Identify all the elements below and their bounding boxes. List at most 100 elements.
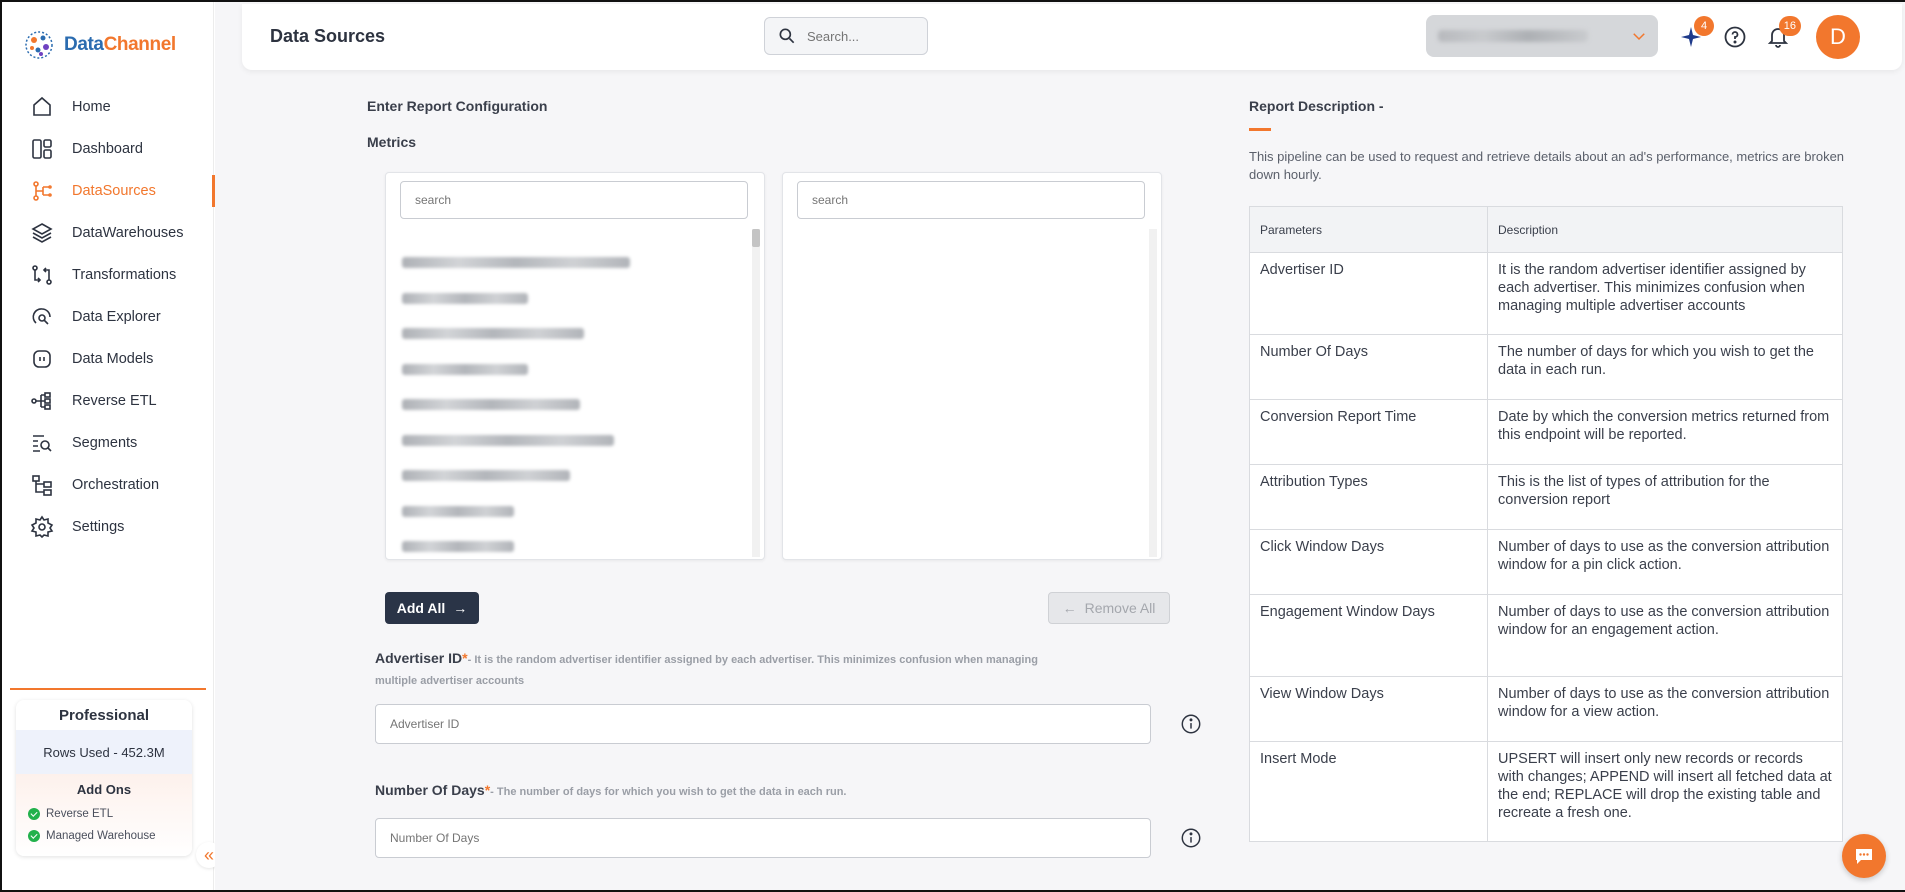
arrow-left-icon: ← [1062,600,1077,616]
sidebar-item-label: Data Explorer [72,309,161,325]
selected-metrics-panel [782,172,1162,560]
scrollbar[interactable] [752,229,760,557]
logo[interactable]: DataChannel [22,28,176,62]
transformations-icon [32,265,52,285]
list-item[interactable] [402,458,742,494]
column-header-parameters: Parameters [1249,206,1488,253]
sidebar-item-settings[interactable]: Settings [2,506,214,548]
advertiser-id-hint: - It is the random advertiser identifier… [375,654,1038,687]
info-icon[interactable] [1180,827,1202,849]
sidebar-item-datasources[interactable]: DataSources [2,170,215,212]
number-of-days-input[interactable] [390,831,1150,845]
param-name: View Window Days [1249,676,1488,742]
table-row: Engagement Window Days Number of days to… [1249,594,1843,677]
account-selector[interactable] [1426,15,1658,57]
selected-metrics-search[interactable] [797,181,1145,219]
available-metrics-search[interactable] [400,181,748,219]
sidebar-item-reverse-etl[interactable]: Reverse ETL [2,380,214,422]
param-name: Number Of Days [1249,334,1488,400]
data-models-icon [33,350,51,368]
list-item[interactable] [402,245,742,281]
list-item[interactable] [402,387,742,423]
param-name: Click Window Days [1249,529,1488,595]
title-underline [1249,128,1271,131]
plan-divider [10,688,206,690]
list-item[interactable] [402,352,742,388]
advertiser-id-field[interactable] [375,704,1151,744]
avatar[interactable]: D [1816,15,1860,59]
param-name: Insert Mode [1249,741,1488,842]
search-input[interactable] [807,28,907,44]
add-all-button[interactable]: Add All → [385,592,479,624]
param-description: Number of days to use as the conversion … [1487,676,1843,742]
available-metrics-list [402,245,742,559]
sidebar-item-transformations[interactable]: Transformations [2,254,214,296]
account-name-redacted [1438,30,1588,42]
sidebar-item-home[interactable]: Home [2,86,214,128]
sidebar-item-label: Segments [72,435,138,451]
chat-support-button[interactable] [1842,834,1886,878]
sidebar-item-orchestration[interactable]: Orchestration [2,464,214,506]
sidebar-item-datawarehouses[interactable]: DataWarehouses [2,212,214,254]
sidebar-item-label: Dashboard [72,141,143,157]
page-title: Data Sources [270,26,386,46]
number-of-days-field[interactable] [375,818,1151,858]
help-icon [1724,26,1746,48]
settings-icon [30,515,54,539]
help-button[interactable] [1722,24,1748,50]
section-title: Enter Report Configuration [367,98,548,114]
chat-bubble-icon [1856,849,1872,864]
list-item[interactable] [402,529,742,559]
info-icon[interactable] [1180,713,1202,735]
advertiser-id-input[interactable] [390,717,1150,731]
sidebar-item-data-models[interactable]: Data Models [2,338,214,380]
home-icon [33,96,51,116]
report-description-title: Report Description - [1249,98,1384,114]
available-metrics-search-input[interactable] [415,193,747,207]
segments-icon [33,435,52,452]
number-of-days-hint: - The number of days for which you wish … [490,786,847,798]
add-all-label: Add All [396,600,446,616]
check-circle-icon [28,808,40,820]
column-header-description: Description [1487,206,1843,253]
param-description: Date by which the conversion metrics ret… [1487,399,1843,465]
report-description-text: This pipeline can be used to request and… [1249,149,1845,182]
list-item[interactable] [402,316,742,352]
sidebar-item-segments[interactable]: Segments [2,422,214,464]
plan-card: Professional Rows Used - 452.3M Add Ons … [16,700,192,856]
addon-label: Managed Warehouse [46,830,156,842]
search-icon [779,28,795,44]
table-row: Click Window Days Number of days to use … [1249,529,1843,595]
param-description: Number of days to use as the conversion … [1487,594,1843,677]
param-description: It is the random advertiser identifier a… [1487,252,1843,335]
list-item[interactable] [402,494,742,530]
advertiser-id-label: Advertiser ID*- It is the random adverti… [375,649,1055,691]
dashboard-icon [32,139,52,159]
scrollbar-thumb[interactable] [752,229,760,247]
param-name: Attribution Types [1249,464,1488,530]
list-item[interactable] [402,423,742,459]
param-name: Advertiser ID [1249,252,1488,335]
scrollbar[interactable] [1149,229,1157,557]
reverse-etl-icon [31,392,51,410]
list-item[interactable] [402,281,742,317]
addon-item: Reverse ETL [28,803,180,825]
datasources-icon [33,181,52,201]
remove-all-button[interactable]: ← Remove All [1048,592,1170,624]
addons-section: Add Ons Reverse ETL Managed Warehouse [16,774,192,856]
param-description: Number of days to use as the conversion … [1487,529,1843,595]
table-row: View Window Days Number of days to use a… [1249,676,1843,742]
sidebar-item-dashboard[interactable]: Dashboard [2,128,214,170]
selected-metrics-search-input[interactable] [812,193,1144,207]
global-search[interactable] [764,17,928,55]
orchestration-icon [32,475,52,496]
table-row: Insert Mode UPSERT will insert only new … [1249,741,1843,842]
sidebar-item-data-explorer[interactable]: Data Explorer [2,296,214,338]
sidebar: DataChannel Home Dashboard DataSources D… [2,2,222,890]
param-name: Engagement Window Days [1249,594,1488,677]
sidebar-nav: Home Dashboard DataSources DataWarehouse… [2,86,215,548]
notifications-button[interactable]: 16 [1765,16,1801,50]
addon-label: Reverse ETL [46,808,114,820]
ai-assistant-button[interactable]: 4 [1678,16,1714,50]
sidebar-item-label: Reverse ETL [72,393,157,409]
